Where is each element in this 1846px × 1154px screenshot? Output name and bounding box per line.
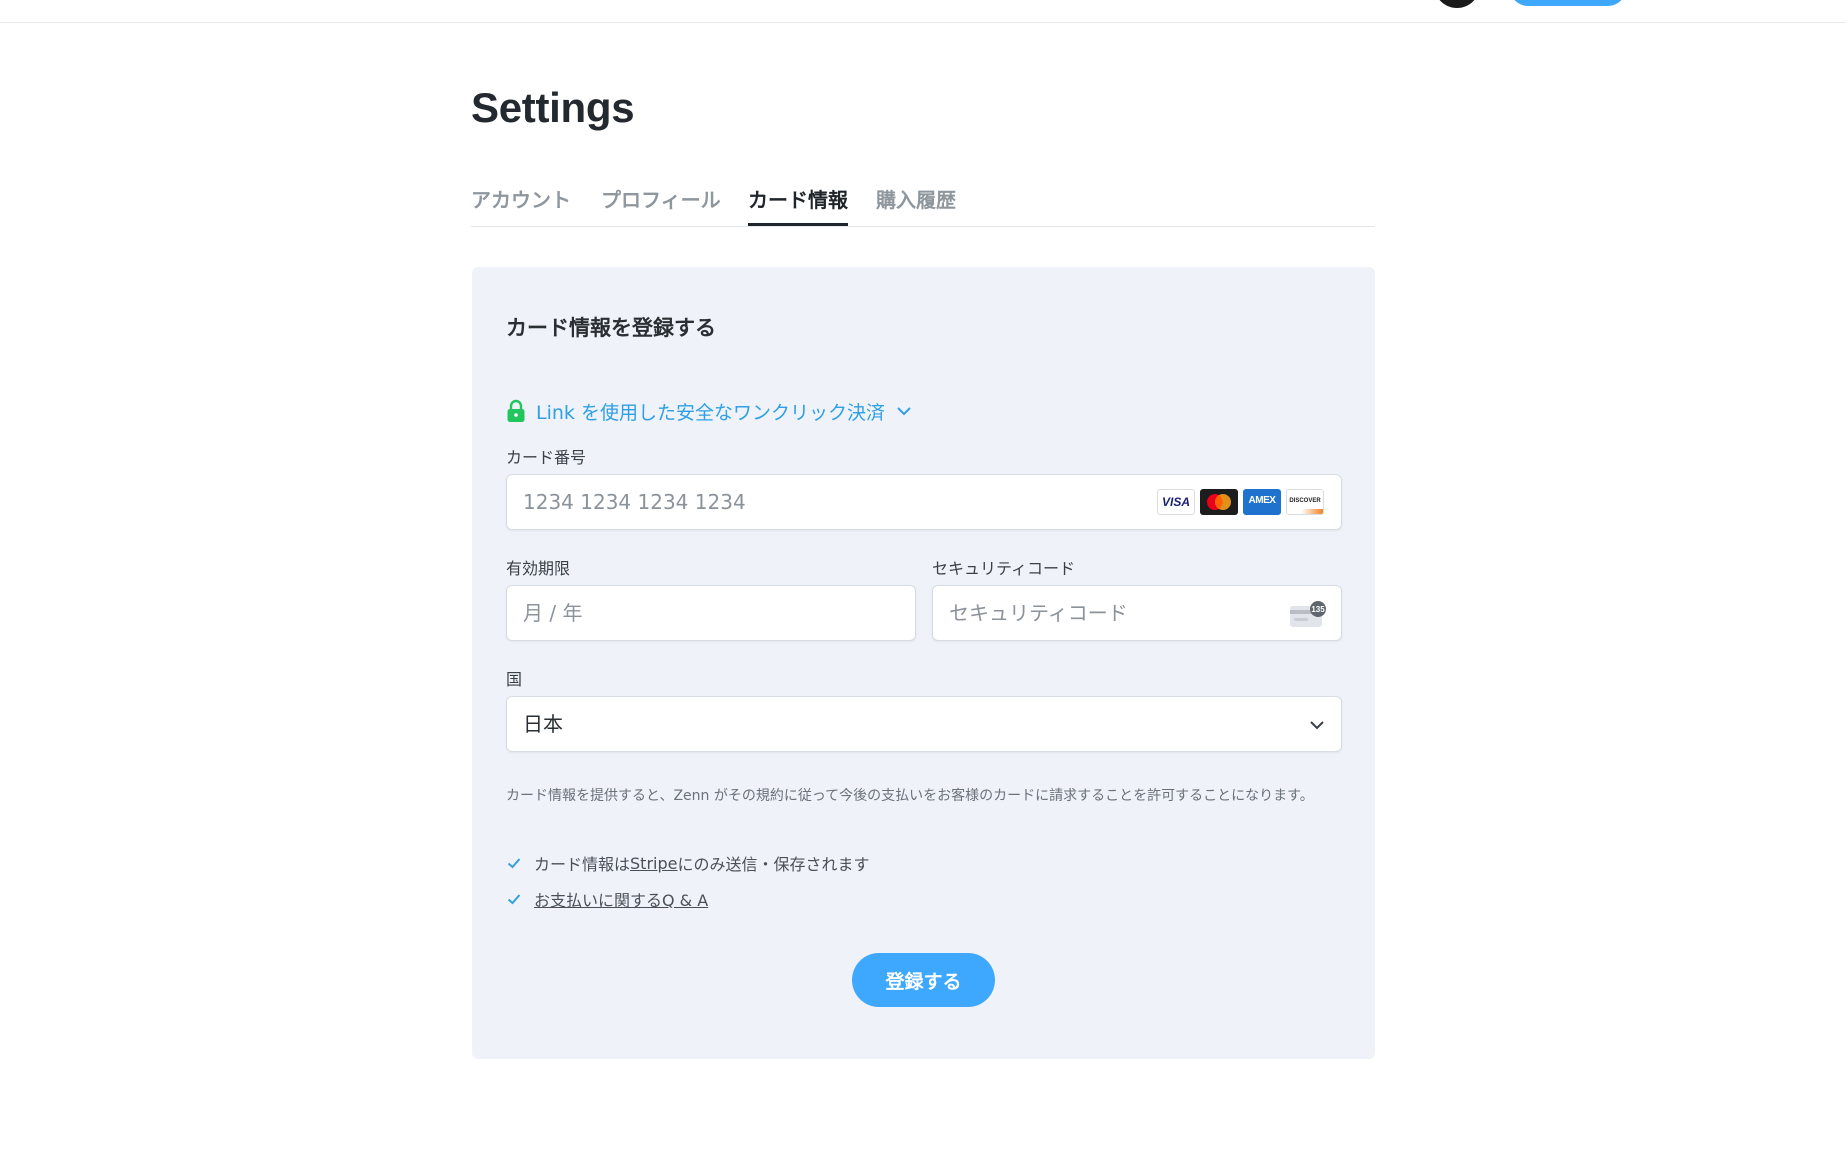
faq-note: お支払いに関するQ & A	[506, 887, 708, 911]
expiry-label: 有効期限	[506, 559, 571, 578]
tab-card-info[interactable]: カード情報	[748, 184, 848, 226]
card-number-label: カード番号	[506, 448, 587, 467]
stripe-note-prefix: カード情報は	[534, 855, 631, 874]
consent-text: カード情報を提供すると、Zenn がその規約に従って今後の支払いをお客様のカード…	[506, 788, 1314, 804]
user-avatar[interactable]	[1434, 0, 1480, 8]
page-title: Settings	[471, 84, 635, 131]
tab-profile[interactable]: プロフィール	[601, 184, 721, 226]
chevron-down-icon	[1307, 715, 1327, 735]
visa-icon: VISA	[1157, 489, 1195, 515]
check-icon	[506, 855, 522, 871]
cvc-card-icon: 135	[1289, 600, 1327, 628]
tab-purchase-history[interactable]: 購入履歴	[876, 184, 956, 226]
country-value: 日本	[523, 712, 563, 736]
stripe-link[interactable]: Stripe	[630, 854, 677, 873]
register-card-button[interactable]: 登録する	[852, 953, 995, 1007]
settings-tabs: アカウント プロフィール カード情報 購入履歴	[471, 184, 1375, 227]
cvc-field-box: 135	[932, 585, 1342, 641]
card-number-input[interactable]	[523, 475, 1123, 529]
discover-icon: DISCOVER	[1286, 489, 1324, 515]
cvc-input[interactable]	[949, 586, 1279, 640]
expiry-input[interactable]	[523, 586, 903, 640]
mastercard-icon	[1200, 489, 1238, 515]
country-select[interactable]: 日本	[506, 696, 1342, 752]
link-payment-toggle[interactable]: Link を使用した安全なワンクリック決済	[506, 397, 913, 425]
chevron-down-icon	[895, 402, 913, 420]
panel-heading: カード情報を登録する	[506, 316, 716, 340]
svg-text:135: 135	[1311, 605, 1325, 614]
country-label: 国	[506, 670, 523, 689]
stripe-note-suffix: にのみ送信・保存されます	[677, 855, 870, 874]
check-icon	[506, 891, 522, 907]
expiry-field-box	[506, 585, 916, 641]
cvc-label: セキュリティコード	[932, 559, 1076, 578]
lock-icon	[506, 399, 526, 423]
payment-faq-link[interactable]: お支払いに関するQ & A	[534, 887, 708, 911]
amex-icon: AMEX	[1243, 489, 1281, 515]
card-registration-panel: カード情報を登録する Link を使用した安全なワンクリック決済 カード番号 V…	[472, 267, 1375, 1059]
tab-account[interactable]: アカウント	[471, 184, 571, 226]
discover-text: DISCOVER	[1289, 498, 1321, 504]
card-number-field-box: VISA AMEX DISCOVER	[506, 474, 1342, 530]
header-action-button[interactable]	[1510, 0, 1626, 6]
top-header	[0, 0, 1846, 23]
stripe-note: カード情報は Stripe にのみ送信・保存されます	[506, 851, 869, 875]
link-payment-text: Link を使用した安全なワンクリック決済	[536, 401, 885, 424]
